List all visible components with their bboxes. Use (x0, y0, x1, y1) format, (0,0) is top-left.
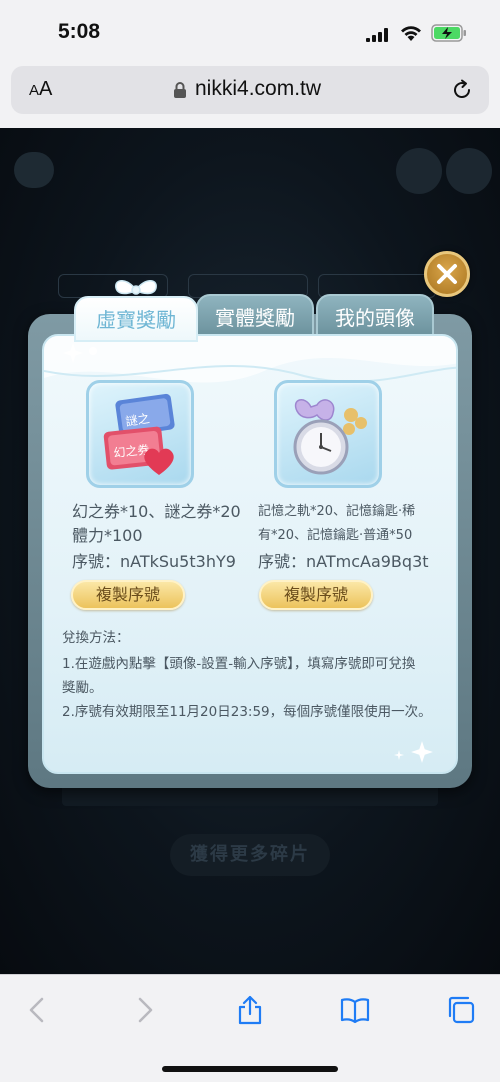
close-icon (437, 264, 457, 284)
background-sound-button (446, 148, 492, 194)
tickets-icon: 謎之 幻之券 (103, 393, 175, 475)
status-time: 5:08 (58, 20, 101, 43)
redeem-instructions-title: 兌換方法： (62, 630, 130, 646)
status-bar: 5:08 (0, 0, 500, 64)
reward-2-description-line2: 有*20、記憶鑰匙·普通*50 (258, 528, 413, 543)
redeem-step-2: 2.序號有效期限至11月20日23:59，每個序號僅限使用一次。 (62, 704, 432, 720)
home-indicator (162, 1066, 338, 1072)
text-size-button[interactable]: AA (29, 78, 52, 101)
star-decoration-icon (89, 347, 97, 355)
get-more-fragments-button: 獲得更多碎片 (170, 834, 330, 876)
bow-decoration-icon (115, 280, 157, 295)
address-bar[interactable]: AA nikki4.com.tw (11, 66, 489, 114)
star-decoration-icon (394, 750, 404, 760)
lock-icon (174, 82, 186, 98)
bookmarks-icon[interactable] (340, 995, 370, 1025)
pocket-watch-icon (293, 399, 367, 475)
background-round-button (396, 148, 442, 194)
redeem-step-1: 1.在遊戲內點擊【頭像-設置-輸入序號】，填寫序號即可兌換 (62, 656, 416, 672)
reward-1-description-line2: 體力*100 (72, 526, 143, 545)
copy-serial-button-1[interactable]: 複製序號 (71, 580, 185, 610)
reward-item-pocket-watch (274, 380, 382, 488)
reward-2-description-line1: 記憶之軌*20、記憶鑰匙·稀 (258, 504, 416, 519)
close-modal-button[interactable] (424, 251, 470, 297)
browser-address-area: AA nikki4.com.tw (0, 64, 500, 128)
url-text[interactable]: nikki4.com.tw (195, 77, 321, 101)
reward-2-serial-code: 序號：nATmcAa9Bq3t (258, 552, 429, 571)
star-decoration-icon (63, 343, 83, 363)
back-icon[interactable] (22, 995, 52, 1025)
copy-serial-button-2[interactable]: 複製序號 (259, 580, 373, 610)
star-decoration-icon (411, 741, 433, 763)
forward-icon[interactable] (130, 995, 160, 1025)
wifi-icon (401, 26, 421, 41)
background-back-button (14, 152, 54, 188)
redeem-step-1-continued: 獎勵。 (62, 680, 103, 696)
reward-1-description-line1: 幻之券*10、謎之券*20 (72, 502, 241, 521)
reload-icon[interactable] (451, 79, 473, 101)
battery-charging-icon (431, 24, 466, 42)
tab-virtual-rewards[interactable]: 虛寶獎勵 (74, 296, 198, 342)
share-icon[interactable] (235, 995, 265, 1025)
signal-icon (366, 28, 388, 42)
reward-item-tickets: 謎之 幻之券 (86, 380, 194, 488)
tabs-icon[interactable] (446, 995, 476, 1025)
reward-1-serial-code: 序號：nATkSu5t3hY9 (72, 552, 236, 571)
